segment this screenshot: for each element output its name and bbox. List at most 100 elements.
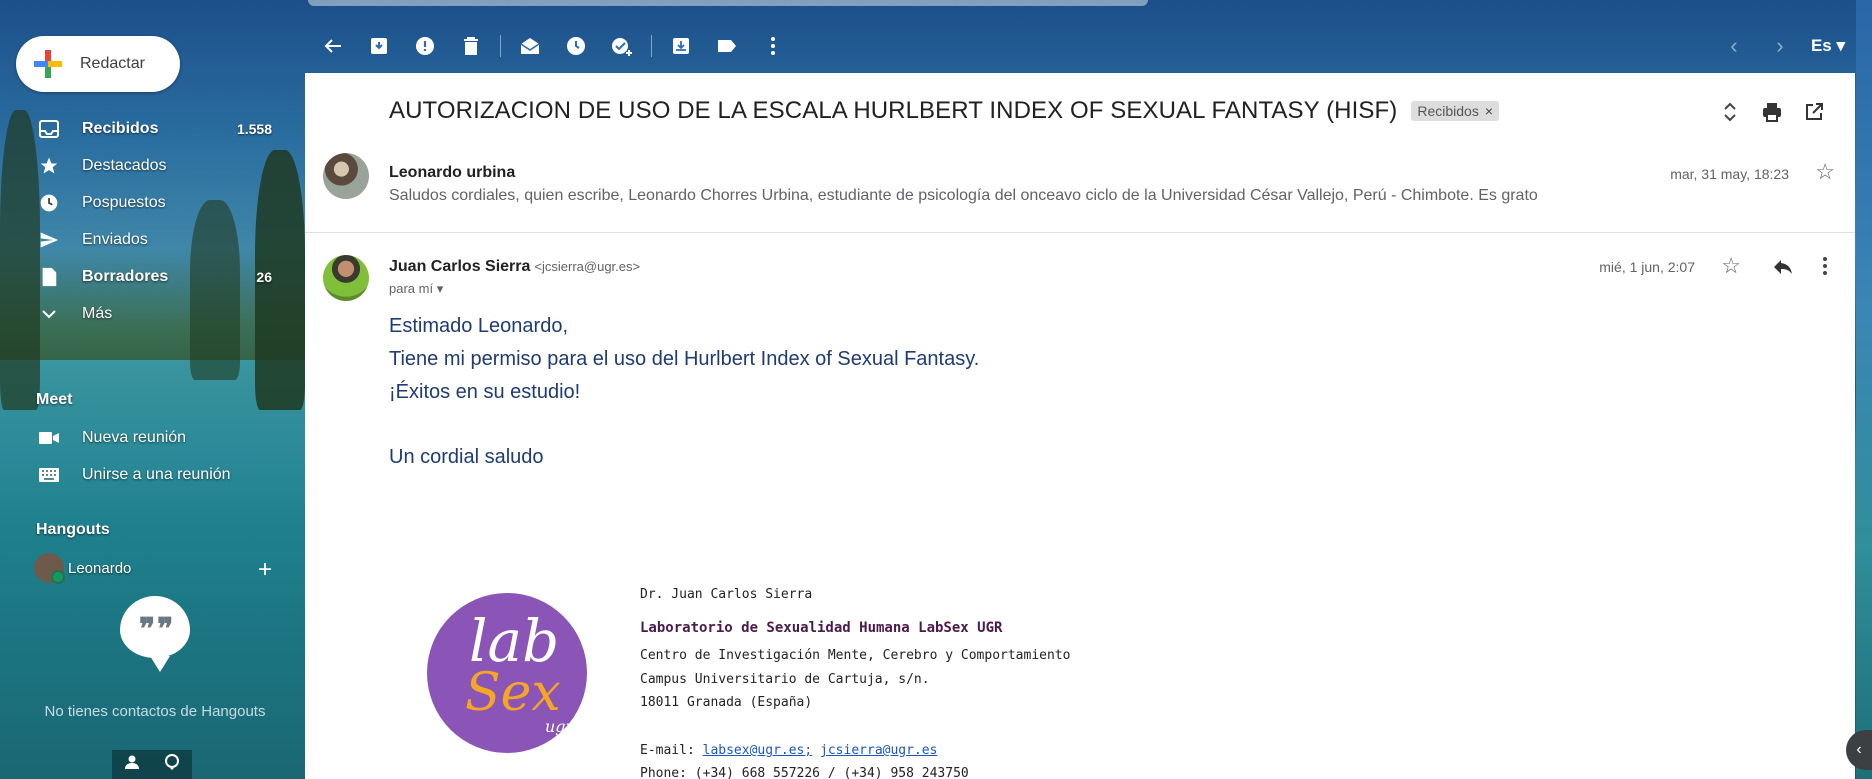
snooze-button[interactable] [553,26,599,66]
trash-icon [464,37,478,55]
sidebar-item-starred[interactable]: Destacados [0,147,290,184]
mark-unread-button[interactable] [507,26,553,66]
hangouts-user-name: Leonardo [68,559,132,577]
envelope-open-icon [520,38,540,54]
person-icon[interactable] [124,754,140,775]
avatar [323,153,369,199]
signature-phone: Phone: (+34) 668 557226 / (+34) 958 2437… [640,766,969,779]
add-contact-button[interactable]: + [258,556,272,584]
archive-icon [371,38,387,54]
reply-button[interactable] [1773,259,1793,280]
more-vert-icon [771,37,775,55]
compose-button[interactable]: Redactar [16,36,180,92]
unread-count: 1.558 [236,120,272,137]
signature-lab: Laboratorio de Sexualidad Humana LabSex … [640,620,1003,636]
sidebar-item-drafts[interactable]: Borradores 26 [0,258,290,295]
add-to-tasks-button[interactable] [599,26,645,66]
open-new-window-button[interactable] [1793,97,1835,127]
sender-name: Juan Carlos Sierra [389,258,531,275]
message-body-line: Un cordial saludo [389,446,544,468]
video-icon [38,431,60,445]
avatar [34,553,65,584]
sidebar-nav: Recibidos 1.558 Destacados Pospuestos En… [0,110,290,332]
alert-icon [416,37,434,55]
join-meeting-label: Unirse a una reunión [82,466,231,483]
chevron-left-icon[interactable]: ‹ [1711,33,1757,59]
email-link[interactable]: labsex@ugr.es; [703,743,813,758]
unfold-icon [1724,102,1736,122]
thread-actions [1709,97,1835,127]
language-label: Es [1810,36,1832,55]
message-body-line: Tiene mi permiso para el uso del Hurlber… [389,348,980,370]
sidebar-item-snoozed[interactable]: Pospuestos [0,184,290,221]
expand-all-button[interactable] [1709,97,1751,127]
hangouts-logo-icon: ❞❞ [120,596,190,672]
language-selector[interactable]: Es ▾ [1811,36,1845,56]
remove-label-button[interactable]: × [1485,103,1493,119]
signature-center: Centro de Investigación Mente, Cerebro y… [640,648,1071,663]
search-bar-edge[interactable] [308,0,1148,6]
more-actions-button[interactable] [750,26,796,66]
hangouts-title: Hangouts [36,521,110,538]
delete-button[interactable] [448,26,494,66]
label-chip: Recibidos × [1411,101,1500,121]
hangouts-user[interactable]: Leonardo [34,553,132,584]
sender-line: Juan Carlos Sierra <jcsierra@ugr.es> [389,258,640,276]
recipient-details[interactable]: para mí ▾ [389,281,443,297]
message-panel: AUTORIZACION DE USO DE LA ESCALA HURLBER… [305,73,1855,779]
compose-label: Redactar [80,55,145,72]
draft-count: 26 [256,268,272,285]
keyboard-icon [38,468,60,482]
archive-button[interactable] [356,26,402,66]
hangouts-bottom-bar [112,750,192,779]
message-date: mar, 31 may, 18:23 [1670,166,1789,182]
star-icon[interactable]: ☆ [1721,253,1741,279]
background-strip [1856,0,1872,779]
toolbar-divider [500,35,501,57]
send-icon [38,230,60,250]
more-vert-icon [1823,257,1827,275]
toolbar-divider [651,35,652,57]
signature-email: E-mail: labsex@ugr.es; jcsierra@ugr.es [640,743,937,758]
sidebar-item-label: Borradores [82,267,169,285]
sidebar-item-sent[interactable]: Enviados [0,221,290,258]
message-snippet: Saludos cordiales, quien escribe, Leonar… [389,187,1538,204]
page-title: AUTORIZACION DE USO DE LA ESCALA HURLBER… [389,97,1398,124]
labsex-logo: lab Sex ugr [427,593,587,753]
message-more-button[interactable] [1823,257,1827,280]
plus-icon [32,48,64,80]
sidebar-item-inbox[interactable]: Recibidos 1.558 [0,110,290,147]
recipient-text: para mí [389,281,434,296]
new-meeting-label: Nueva reunión [82,429,187,446]
draft-icon [38,267,60,287]
arrow-left-icon [324,39,341,53]
message-body-line: Estimado Leonardo, [389,315,569,337]
sender-name: Leonardo urbina [389,164,516,181]
clock-icon [567,37,585,55]
star-icon[interactable]: ☆ [1815,159,1835,185]
sidebar-item-label: Enviados [82,230,148,248]
labels-button[interactable] [704,26,750,66]
avatar [323,255,369,301]
sidebar-item-more[interactable]: Más [0,295,290,332]
report-spam-button[interactable] [402,26,448,66]
back-button[interactable] [310,26,356,66]
email-link[interactable]: jcsierra@ugr.es [820,743,937,758]
signature-campus: Campus Universitario de Cartuja, s/n. [640,672,930,687]
chevron-right-icon[interactable]: › [1757,33,1803,59]
message-toolbar: ‹ › Es ▾ [310,24,1855,68]
thread-subject: AUTORIZACION DE USO DE LA ESCALA HURLBER… [389,97,1500,125]
star-icon [38,156,60,176]
signature-name: Dr. Juan Carlos Sierra [640,587,813,602]
signature-city: 18011 Granada (España) [640,695,813,710]
move-to-icon [673,38,689,54]
print-icon [1763,103,1781,122]
new-meeting-button[interactable]: Nueva reunión [38,429,186,447]
hangouts-chat-icon[interactable] [164,754,180,775]
chevron-down-icon [38,304,60,324]
print-button[interactable] [1751,97,1793,127]
task-add-icon [612,38,632,56]
join-meeting-button[interactable]: Unirse a una reunión [38,466,231,484]
move-to-button[interactable] [658,26,704,66]
sidebar-item-label: Más [82,304,113,322]
